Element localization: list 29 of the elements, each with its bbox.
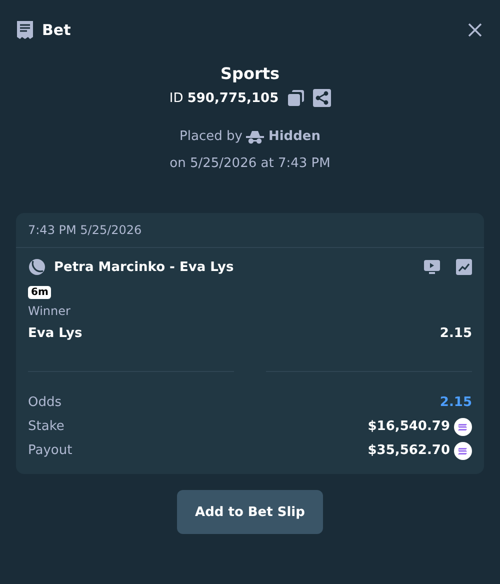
share-button[interactable] (312, 89, 331, 107)
stat-label: Odds (28, 395, 62, 410)
placed-date: on 5/25/2026 at 7:43 PM (170, 156, 330, 171)
tv-icon[interactable] (424, 260, 440, 274)
chart-icon[interactable] (456, 259, 472, 275)
selection-name: Eva Lys (28, 326, 82, 341)
coin-icon (454, 442, 472, 460)
event-name: Petra Marcinko - Eva Lys (54, 260, 235, 274)
receipt-icon (16, 20, 34, 40)
close-button[interactable] (466, 21, 484, 39)
tennis-ball-icon (28, 258, 46, 276)
placed-by-label: Placed by (180, 129, 242, 144)
bet-id: ID 590,775,105 (169, 90, 279, 106)
stat-label: Payout (28, 443, 72, 458)
coin-icon (454, 418, 472, 436)
stat-value: $16,540.79 (368, 419, 450, 434)
add-to-bet-slip-button[interactable]: Add to Bet Slip (177, 490, 323, 534)
stat-value: 2.15 (440, 395, 472, 410)
bet-category: Sports (220, 64, 280, 83)
bet-timestamp: 7:43 PM 5/25/2026 (16, 213, 484, 248)
incognito-icon (246, 130, 264, 144)
stat-label: Stake (28, 419, 64, 434)
dialog-title: Bet (42, 21, 72, 39)
stat-value: $35,562.70 (368, 443, 450, 458)
user-name: Hidden (268, 129, 320, 144)
copy-button[interactable] (286, 89, 305, 107)
market-name: Winner (27, 303, 72, 318)
selection-odds: 2.15 (440, 326, 472, 341)
live-time-badge: 6m (28, 286, 52, 299)
